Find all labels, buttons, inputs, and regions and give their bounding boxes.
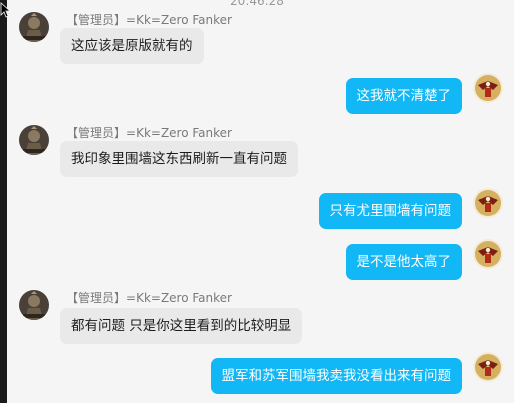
sender-name: 【管理员】=Kk=Zero Fanker bbox=[66, 11, 232, 28]
warrior-avatar-icon bbox=[19, 12, 49, 42]
eagle-emblem-avatar-icon bbox=[473, 352, 503, 382]
incoming-message-bubble[interactable]: 这应该是原版就有的 bbox=[60, 28, 204, 64]
message-timestamp: 20:46:28 bbox=[230, 0, 284, 8]
warrior-avatar-icon bbox=[19, 125, 49, 155]
self-avatar[interactable] bbox=[473, 188, 503, 218]
self-avatar[interactable] bbox=[473, 239, 503, 269]
eagle-emblem-avatar-icon bbox=[473, 239, 503, 269]
warrior-avatar-icon bbox=[19, 290, 49, 320]
chat-window: 20:46:28 【管理员】=Kk=Zero Fanker 这应该是原版就有的 … bbox=[0, 0, 514, 403]
sender-nickname: =Kk=Zero Fanker bbox=[126, 126, 232, 140]
eagle-emblem-avatar-icon bbox=[473, 73, 503, 103]
contact-avatar[interactable] bbox=[19, 125, 49, 155]
incoming-message-bubble[interactable]: 都有问题 只是你这里看到的比较明显 bbox=[60, 308, 303, 344]
incoming-message-bubble[interactable]: 我印象里围墙这东西刷新一直有问题 bbox=[60, 141, 298, 177]
contact-avatar[interactable] bbox=[19, 290, 49, 320]
sender-role-tag: 【管理员】 bbox=[66, 291, 127, 305]
sender-role-tag: 【管理员】 bbox=[66, 126, 127, 140]
eagle-emblem-avatar-icon bbox=[473, 188, 503, 218]
outgoing-message-bubble[interactable]: 是不是他太高了 bbox=[345, 244, 462, 280]
sender-name: 【管理员】=Kk=Zero Fanker bbox=[66, 124, 232, 141]
outgoing-message-bubble[interactable]: 只有尤里围墙有问题 bbox=[318, 193, 462, 229]
sender-name: 【管理员】=Kk=Zero Fanker bbox=[66, 289, 232, 306]
outgoing-message-bubble[interactable]: 盟军和苏军围墙我卖我没看出来有问题 bbox=[210, 358, 462, 394]
self-avatar[interactable] bbox=[473, 352, 503, 382]
sender-role-tag: 【管理员】 bbox=[66, 13, 127, 27]
contact-avatar[interactable] bbox=[19, 12, 49, 42]
outgoing-message-bubble[interactable]: 这我就不清楚了 bbox=[345, 78, 462, 114]
sender-nickname: =Kk=Zero Fanker bbox=[126, 13, 232, 27]
self-avatar[interactable] bbox=[473, 73, 503, 103]
sender-nickname: =Kk=Zero Fanker bbox=[126, 291, 232, 305]
window-edge bbox=[0, 0, 7, 403]
